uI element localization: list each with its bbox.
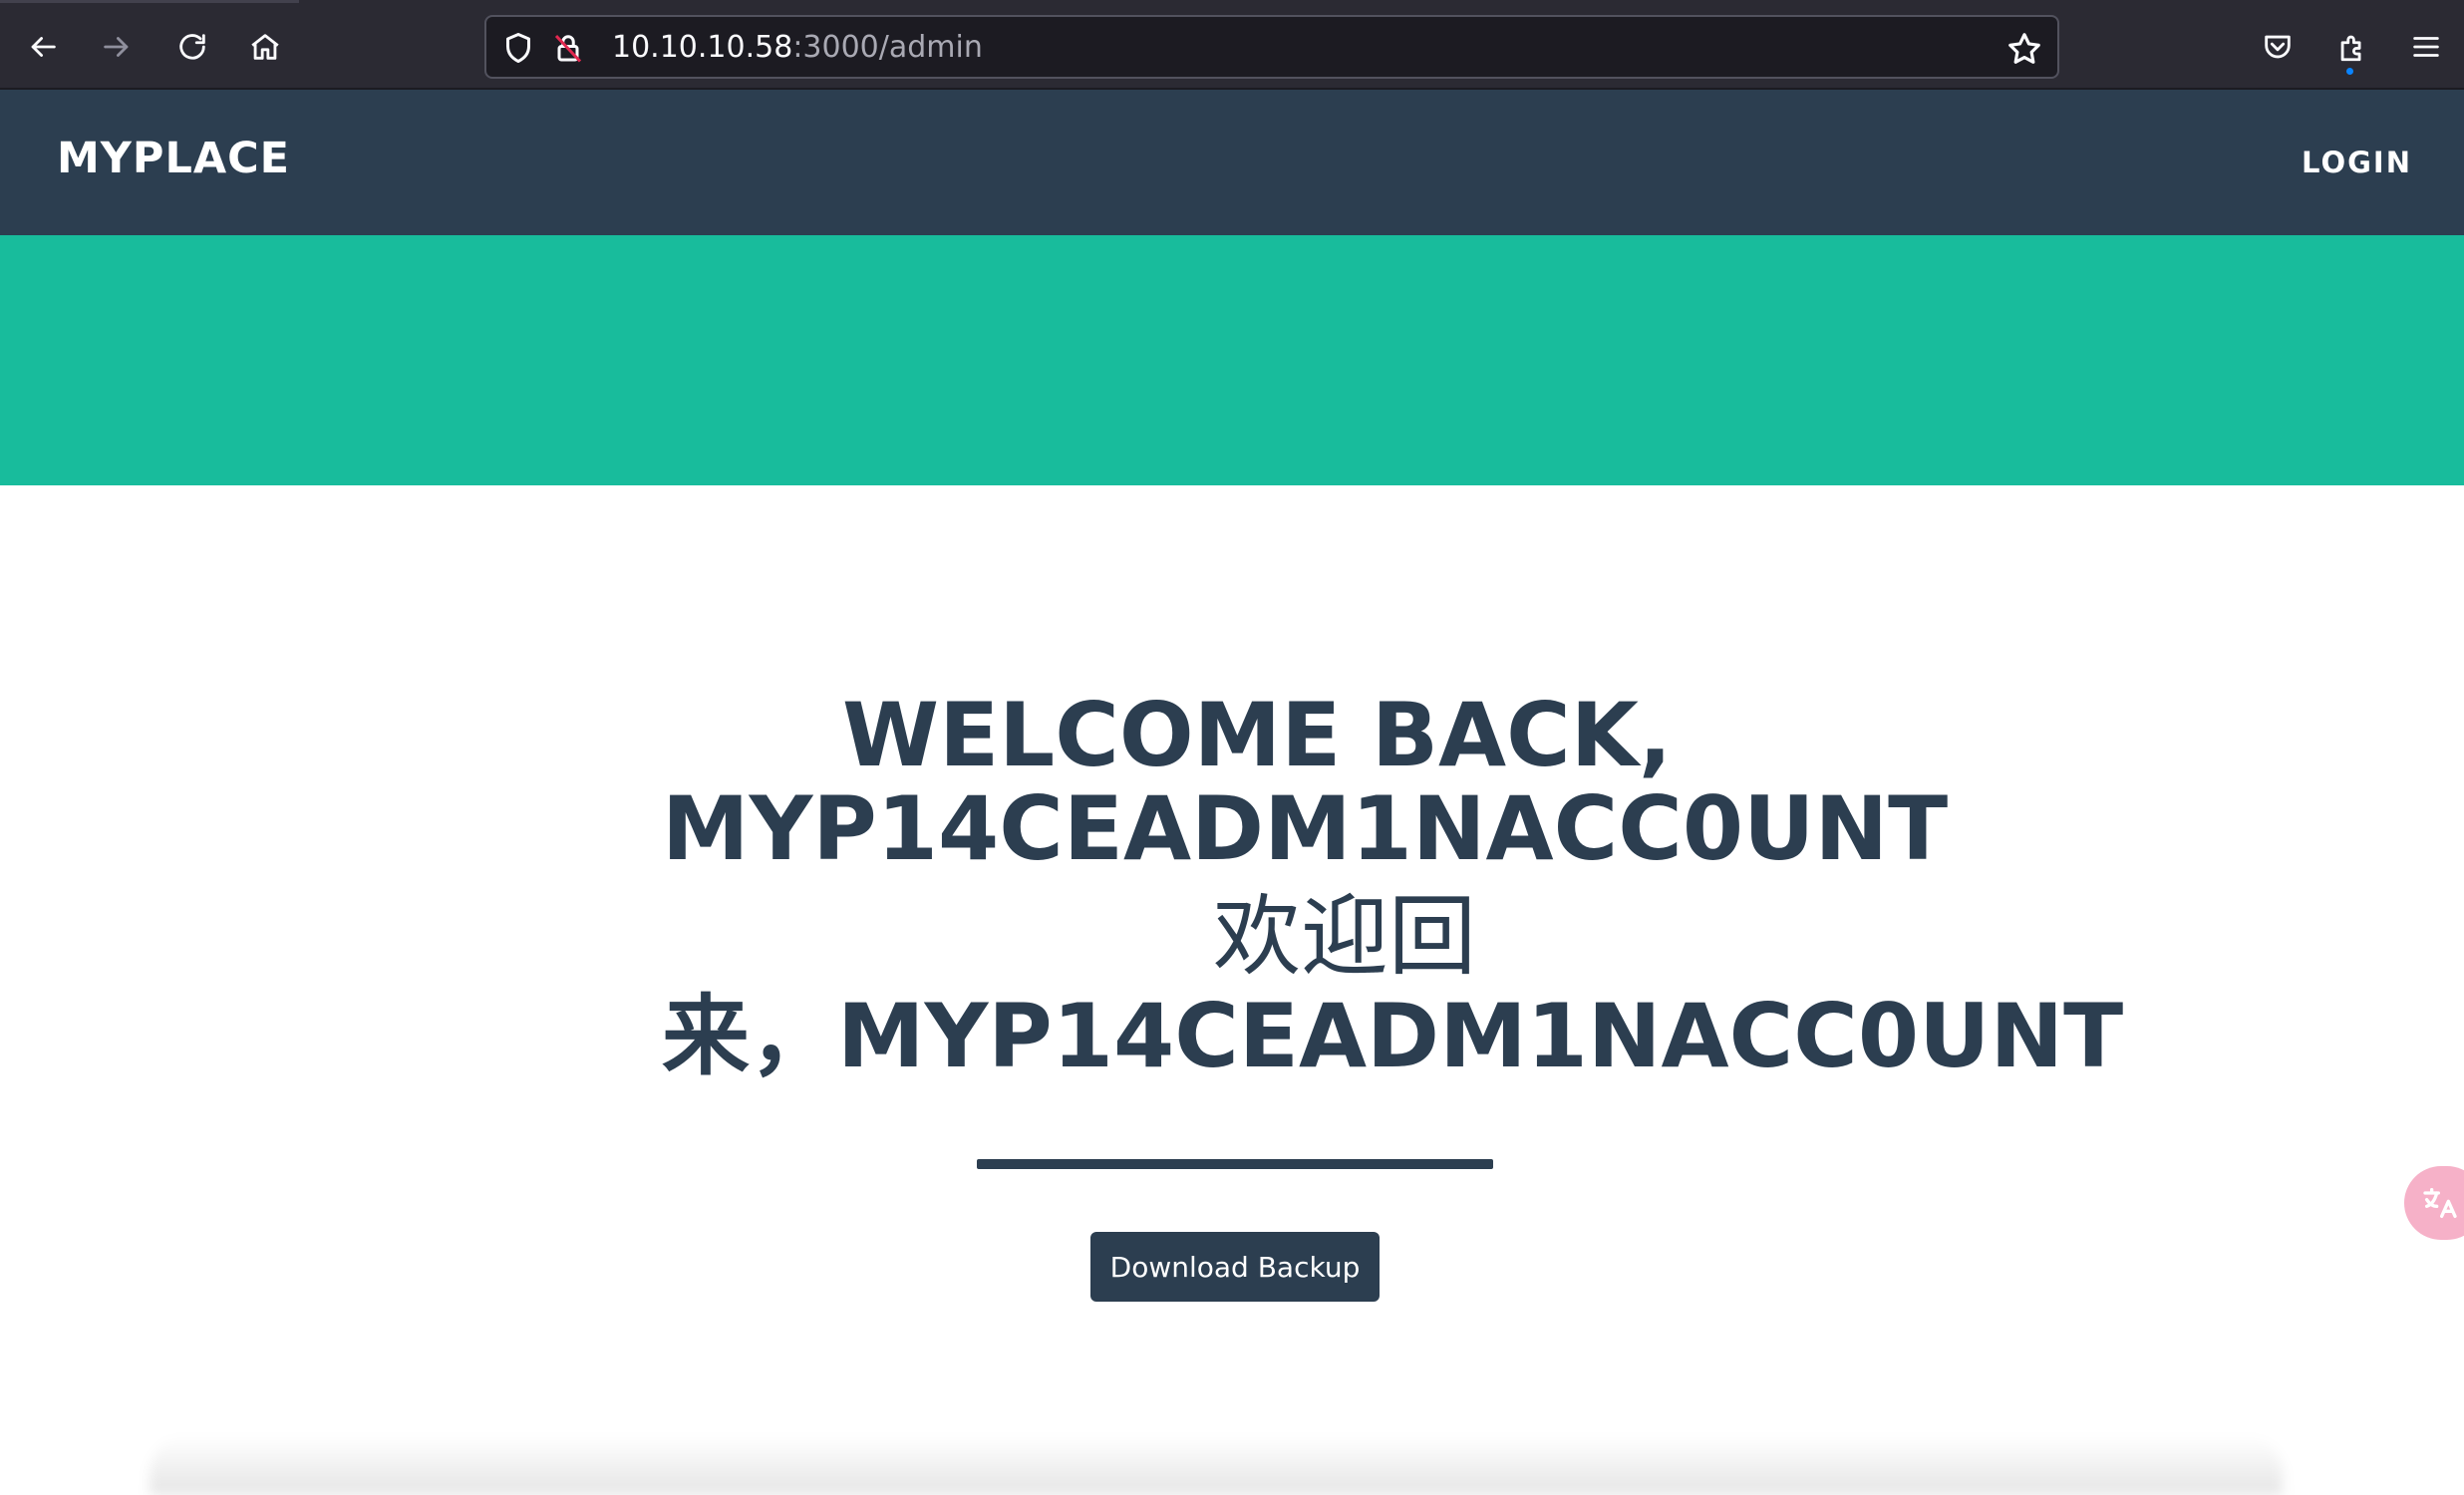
extensions-notification-dot [2346, 68, 2353, 75]
back-button[interactable] [18, 22, 68, 72]
pocket-icon [2265, 35, 2291, 59]
pocket-button[interactable] [2253, 22, 2303, 72]
welcome-zh-line-2: 来，MYP14CEADM1NACC0UNT [662, 985, 2124, 1087]
menu-icon [2413, 37, 2439, 57]
login-link[interactable]: LOGIN [2302, 146, 2412, 179]
extensions-button[interactable] [2327, 22, 2377, 72]
welcome-line-2: MYP14CEADM1NACC0UNT [662, 777, 1949, 880]
bookmark-star-icon[interactable] [2005, 30, 2043, 68]
site-navbar: MYPLACE LOGIN [0, 90, 2464, 235]
url-host: 10.10.10.58 [612, 30, 793, 65]
shield-icon[interactable] [500, 30, 536, 66]
download-backup-button[interactable]: Download Backup [1090, 1232, 1380, 1302]
forward-button[interactable] [92, 22, 142, 72]
hero-band [0, 235, 2464, 485]
url-bar[interactable]: 10.10.10.58:3000/admin [484, 15, 2059, 79]
reload-icon [179, 34, 205, 60]
menu-button[interactable] [2401, 22, 2451, 72]
reload-button[interactable] [167, 22, 217, 72]
site-brand[interactable]: MYPLACE [57, 134, 290, 183]
url-text[interactable]: 10.10.10.58:3000/admin [612, 31, 983, 65]
back-icon [31, 37, 56, 57]
forward-icon [104, 37, 129, 57]
url-path: :3000/admin [792, 30, 983, 65]
welcome-line-1: WELCOME BACK, [842, 684, 1673, 786]
welcome-zh-line-1: 欢迎回 [1213, 885, 1477, 988]
home-button[interactable] [240, 22, 290, 72]
bottom-shadow [150, 1435, 2283, 1495]
translate-widget[interactable] [2404, 1166, 2464, 1240]
extensions-icon [2340, 35, 2361, 62]
insecure-lock-icon[interactable] [550, 30, 586, 66]
translate-icon [2423, 1188, 2457, 1218]
browser-toolbar: 10.10.10.58:3000/admin [0, 0, 2464, 90]
home-icon [251, 34, 279, 60]
tab-strip-edge [0, 0, 299, 3]
heading-divider [977, 1159, 1493, 1169]
